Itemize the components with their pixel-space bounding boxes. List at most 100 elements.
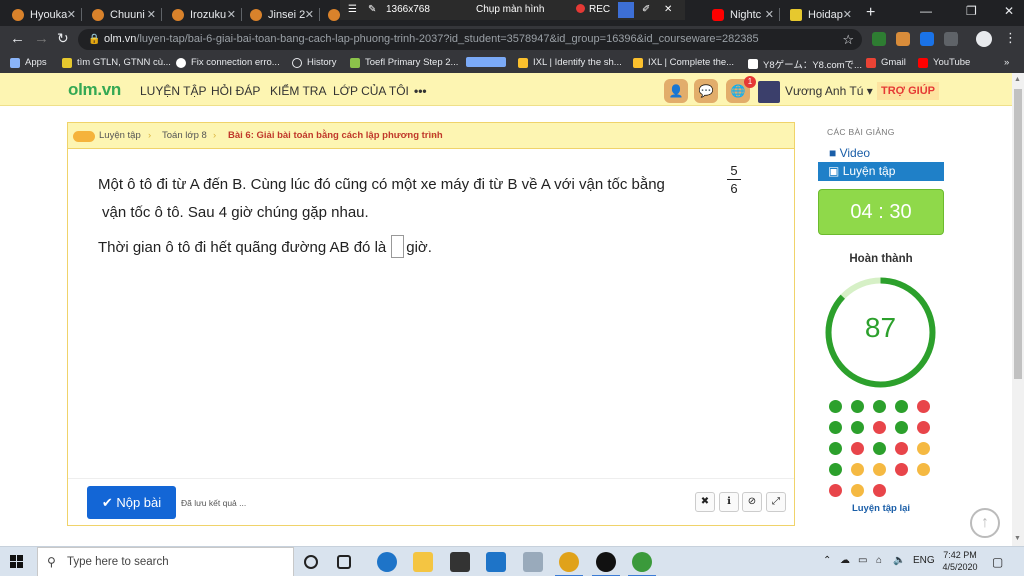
rec-button[interactable]: REC (576, 4, 610, 15)
network-icon[interactable]: ⌂ (876, 555, 882, 566)
site-logo[interactable]: olm.vn (68, 80, 121, 100)
browser-tab[interactable]: Jinsei 2 ✕ (242, 3, 320, 26)
minimize-button[interactable]: — (920, 4, 932, 18)
select-area-icon[interactable] (618, 2, 634, 18)
more-bookmarks-icon[interactable]: » (1004, 57, 1009, 68)
extension-icon[interactable] (920, 32, 934, 46)
fullscreen-icon[interactable]: ⤢ (766, 492, 786, 512)
add-friend-icon[interactable]: 👤 (664, 79, 688, 103)
breadcrumb-item[interactable]: Toán lớp 8 (162, 130, 207, 141)
profile-avatar[interactable] (976, 31, 992, 47)
clear-icon[interactable]: ✖ (695, 492, 715, 512)
bookmark[interactable]: Y8ゲーム：Y8.comで... (748, 57, 862, 71)
bookmark-apps[interactable]: Apps (10, 57, 47, 68)
result-dot-green[interactable] (829, 421, 842, 434)
browser-tab[interactable]: Hoidap ✕ (782, 3, 858, 26)
scroll-up-icon[interactable]: ▲ (1014, 76, 1021, 83)
close-icon[interactable]: ✕ (765, 8, 774, 21)
cloud-icon[interactable]: ☁ (840, 555, 850, 566)
taskbar-search[interactable]: ⚲ Type here to search (37, 547, 294, 576)
mail-icon[interactable] (486, 552, 506, 572)
avatar[interactable] (758, 81, 780, 103)
submit-button[interactable]: ✔ Nộp bài (87, 486, 176, 519)
bookmark[interactable]: IXL | Identify the sh... (518, 57, 622, 68)
bookmark[interactable]: Fix connection erro... (176, 57, 280, 68)
nav-my-class[interactable]: LỚP CỦA TÔI (333, 84, 409, 98)
bookmark-youtube[interactable]: YouTube (918, 57, 970, 68)
retry-link[interactable]: Luyện tập lại (817, 503, 945, 514)
help-button[interactable]: TRỢ GIÚP (877, 82, 939, 100)
pen-icon[interactable]: ✐ (642, 4, 650, 15)
result-dot-yellow[interactable] (873, 463, 886, 476)
scroll-to-top-button[interactable]: ↑ (970, 508, 1000, 538)
photos-icon[interactable] (523, 552, 543, 572)
answer-input[interactable] (391, 235, 405, 258)
close-icon[interactable]: ✕ (664, 4, 672, 15)
result-dot-green[interactable] (829, 400, 842, 413)
result-dot-yellow[interactable] (851, 484, 864, 497)
result-dot-green[interactable] (851, 400, 864, 413)
star-icon[interactable]: ☆ (842, 29, 854, 50)
forward-arrow-icon[interactable]: → (34, 30, 49, 47)
more-menu-icon[interactable]: ⋮ (1004, 30, 1017, 46)
result-dot-yellow[interactable] (917, 442, 930, 455)
info-icon[interactable]: ℹ (719, 492, 739, 512)
browser-tab[interactable]: Hyouka ✕ (4, 3, 82, 26)
recorder-app-icon[interactable] (592, 552, 620, 576)
file-explorer-icon[interactable] (413, 552, 433, 572)
result-dot-green[interactable] (895, 400, 908, 413)
edge-icon[interactable] (377, 552, 397, 572)
result-dot-green[interactable] (829, 442, 842, 455)
result-dot-green[interactable] (873, 442, 886, 455)
pin-icon[interactable]: ✎ (368, 4, 376, 15)
result-dot-red[interactable] (873, 421, 886, 434)
browser-tab[interactable]: Irozuku ✕ (164, 3, 242, 26)
result-dot-red[interactable] (917, 421, 930, 434)
result-dot-green[interactable] (829, 463, 842, 476)
taskbar-clock[interactable]: 7:42 PM 4/5/2020 (940, 549, 980, 573)
scroll-down-icon[interactable]: ▼ (1014, 535, 1021, 542)
page-scrollbar[interactable]: ▲ ▼ (1012, 73, 1024, 546)
close-icon[interactable]: ✕ (227, 8, 236, 21)
battery-icon[interactable]: ▭ (858, 555, 867, 566)
block-icon[interactable]: ⊘ (742, 492, 762, 512)
nav-practice[interactable]: LUYỆN TẬP (140, 84, 206, 98)
bookmark[interactable] (466, 57, 511, 67)
browser-tab[interactable]: Chuuni ✕ (84, 3, 162, 26)
store-icon[interactable] (450, 552, 470, 572)
nav-test[interactable]: KIỂM TRA (270, 84, 326, 98)
resolution-label[interactable]: 1366x768 (386, 4, 430, 15)
close-icon[interactable]: ✕ (843, 8, 852, 21)
volume-icon[interactable]: 🔈 (893, 555, 905, 566)
cortana-icon[interactable] (304, 555, 318, 569)
bookmark[interactable]: IXL | Complete the... (633, 57, 734, 68)
chrome-icon[interactable] (555, 552, 583, 576)
download-manager-icon[interactable] (628, 552, 656, 576)
bookmark[interactable]: tìm GTLN, GTNN cù... (62, 57, 171, 68)
result-dot-yellow[interactable] (917, 463, 930, 476)
browser-tab[interactable] (320, 3, 340, 26)
browser-tab[interactable]: Nightc ✕ (704, 3, 780, 26)
result-dot-yellow[interactable] (851, 463, 864, 476)
language-indicator[interactable]: ENG (913, 555, 935, 566)
scrollbar-thumb[interactable] (1014, 89, 1022, 379)
menu-icon[interactable]: ☰ (348, 4, 357, 15)
result-dot-red[interactable] (851, 442, 864, 455)
result-dot-red[interactable] (829, 484, 842, 497)
notifications-icon[interactable]: ▢ (992, 555, 1003, 569)
windows-start-icon[interactable] (10, 555, 24, 569)
bookmark-gmail[interactable]: Gmail (866, 57, 906, 68)
result-dot-green[interactable] (873, 400, 886, 413)
new-tab-button[interactable]: + (866, 4, 875, 22)
nav-qa[interactable]: HỎI ĐÁP (211, 84, 260, 98)
result-dot-red[interactable] (917, 400, 930, 413)
window-close-button[interactable]: ✕ (1004, 4, 1014, 18)
task-view-icon[interactable] (337, 555, 351, 569)
chat-icon[interactable]: 💬 (694, 79, 718, 103)
breadcrumb-item[interactable]: Luyện tập (99, 130, 141, 141)
user-menu[interactable]: Vương Anh Tú ▾ (785, 84, 873, 98)
close-icon[interactable]: ✕ (147, 8, 156, 21)
extension-icon[interactable] (872, 32, 886, 46)
bookmark-history[interactable]: History (292, 57, 337, 68)
result-dot-red[interactable] (895, 442, 908, 455)
